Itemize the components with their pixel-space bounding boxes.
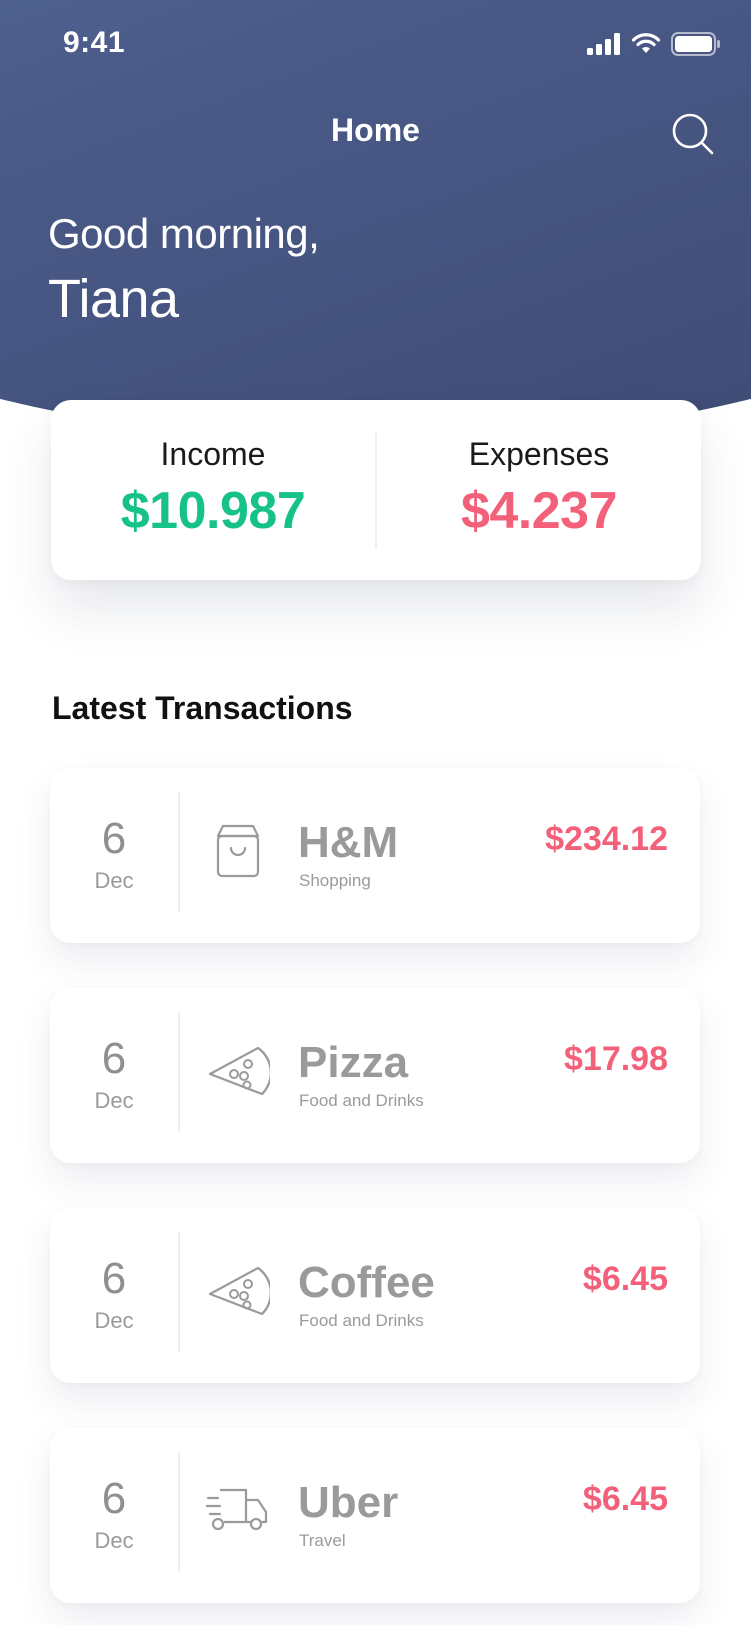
transaction-date: 6 Dec [50, 768, 178, 943]
status-bar: 9:41 [0, 0, 751, 90]
transaction-card[interactable]: 6 Dec H&M Shopping $234.12 [50, 768, 700, 943]
search-button[interactable] [669, 110, 717, 158]
transaction-name: Uber [298, 1478, 399, 1527]
transaction-day: 6 [101, 814, 127, 863]
transaction-name: H&M [298, 818, 399, 867]
expenses-summary[interactable]: Expenses $4.237 [377, 400, 701, 580]
transaction-day: 6 [101, 1474, 127, 1523]
status-icons [587, 32, 721, 56]
transaction-month: Dec [94, 1088, 134, 1113]
cellular-signal-icon [587, 33, 620, 55]
transaction-divider [178, 792, 180, 912]
balance-summary-card: Income $10.987 Expenses $4.237 [51, 400, 701, 580]
shopping-bag-icon [216, 824, 260, 878]
transaction-name: Coffee [298, 1258, 435, 1307]
greeting-text: Good morning, [48, 210, 320, 257]
expenses-value: $4.237 [460, 481, 618, 540]
wifi-icon [631, 33, 661, 53]
transaction-amount: $6.45 [582, 1260, 668, 1298]
transaction-card[interactable]: 6 Dec Coffee Food and Drinks $6.45 [50, 1208, 700, 1383]
page-title: Home [331, 112, 420, 148]
battery-icon [671, 32, 720, 56]
transaction-name: Pizza [298, 1038, 409, 1087]
transaction-card[interactable]: 6 Dec Pizza Food and Drinks $17.98 [50, 988, 700, 1163]
delivery-truck-icon [206, 1488, 268, 1531]
transaction-amount: $234.12 [545, 820, 668, 858]
transaction-category: Food and Drinks [299, 1311, 424, 1330]
transaction-divider [178, 1452, 180, 1572]
transaction-month: Dec [94, 1308, 134, 1333]
transaction-month: Dec [94, 1528, 134, 1553]
home-screen: 9:41 Home Good morning, Tiana Income $10… [0, 0, 751, 1625]
transaction-amount: $6.45 [582, 1480, 668, 1518]
transaction-month: Dec [94, 868, 134, 893]
transaction-day: 6 [101, 1254, 127, 1303]
transaction-date: 6 Dec [50, 1208, 178, 1383]
transaction-divider [178, 1232, 180, 1352]
transaction-day: 6 [101, 1034, 127, 1083]
transaction-card[interactable]: 6 Dec Uber Travel $6.45 [50, 1428, 700, 1603]
transaction-date: 6 Dec [50, 1428, 178, 1603]
transaction-divider [178, 1012, 180, 1132]
transaction-category: Travel [299, 1531, 346, 1550]
transactions-list: 6 Dec H&M Shopping $234.12 6 Dec Pizza F… [50, 768, 700, 1625]
search-icon [672, 113, 714, 155]
pizza-slice-icon [208, 1266, 270, 1316]
user-name: Tiana [48, 269, 179, 329]
section-title: Latest Transactions [52, 690, 353, 726]
income-label: Income [160, 435, 266, 472]
pizza-slice-icon [208, 1046, 270, 1096]
transaction-amount: $17.98 [564, 1040, 668, 1078]
income-summary[interactable]: Income $10.987 [51, 400, 375, 580]
expenses-label: Expenses [468, 435, 610, 472]
transaction-date: 6 Dec [50, 988, 178, 1163]
income-value: $10.987 [120, 481, 306, 540]
transaction-category: Food and Drinks [299, 1091, 424, 1110]
status-time: 9:41 [63, 26, 126, 59]
transaction-category: Shopping [299, 871, 371, 890]
